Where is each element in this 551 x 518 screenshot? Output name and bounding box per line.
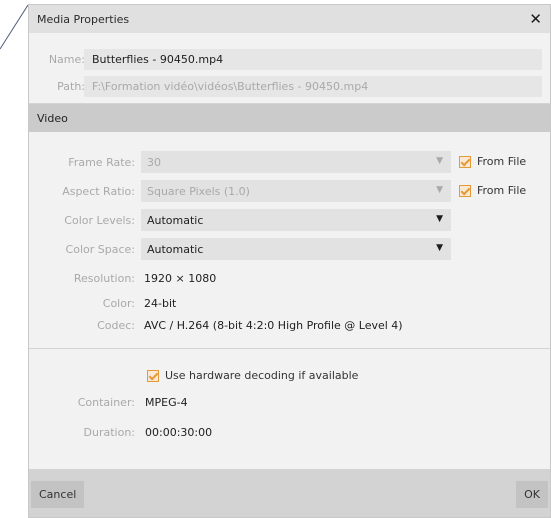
codec-row: Codec: AVC / H.264 (8-bit 4:2:0 High Pro…: [29, 314, 550, 336]
chevron-down-icon[interactable]: ▼: [436, 214, 443, 224]
hardware-decoding-option[interactable]: Use hardware decoding if available: [147, 369, 358, 382]
color-value: 24-bit: [144, 297, 177, 310]
ok-button[interactable]: OK: [516, 481, 548, 508]
frame-rate-select: 30 ▼: [141, 151, 451, 173]
duration-value: 00:00:30:00: [145, 426, 213, 439]
color-levels-value: Automatic: [147, 214, 204, 227]
container-value: MPEG-4: [145, 396, 188, 409]
close-icon[interactable]: ✕: [529, 10, 542, 28]
path-label: Path:: [57, 80, 85, 93]
color-levels-row: Color Levels: Automatic ▼: [29, 209, 550, 231]
name-field[interactable]: Butterflies - 90450.mp4: [84, 49, 542, 70]
path-field: F:\Formation vidéo\vidéos\Butterflies - …: [84, 76, 542, 97]
container-row: Container: MPEG-4: [29, 393, 550, 413]
dialog-title: Media Properties: [37, 13, 130, 26]
frame-rate-row: Frame Rate: 30 ▼ From File: [29, 151, 550, 173]
aspect-ratio-from-file-checkbox[interactable]: [459, 185, 471, 197]
aspect-ratio-label: Aspect Ratio:: [62, 185, 135, 198]
color-space-label: Color Space:: [65, 243, 135, 256]
color-space-row: Color Space: Automatic ▼: [29, 238, 550, 260]
aspect-ratio-row: Aspect Ratio: Square Pixels (1.0) ▼ From…: [29, 180, 550, 202]
aspect-ratio-from-file-label: From File: [477, 184, 527, 197]
chevron-down-icon: ▼: [436, 156, 443, 166]
frame-rate-from-file[interactable]: From File: [459, 155, 526, 168]
hardware-decoding-label: Use hardware decoding if available: [165, 369, 359, 382]
color-space-value: Automatic: [147, 243, 204, 256]
duration-label: Duration:: [83, 426, 135, 439]
name-row: Name: Butterflies - 90450.mp4: [29, 49, 550, 70]
resolution-value: 1920 × 1080: [144, 272, 217, 285]
frame-rate-value: 30: [147, 156, 161, 169]
title-bar[interactable]: Media Properties ✕: [29, 5, 550, 33]
codec-label: Codec:: [97, 319, 135, 332]
cancel-button[interactable]: Cancel: [31, 481, 85, 508]
name-label: Name:: [48, 53, 85, 66]
frame-rate-label: Frame Rate:: [68, 156, 135, 169]
resolution-row: Resolution: 1920 × 1080: [29, 267, 550, 289]
aspect-ratio-select: Square Pixels (1.0) ▼: [141, 180, 451, 202]
path-row: Path: F:\Formation vidéo\vidéos\Butterfl…: [29, 76, 550, 97]
aspect-ratio-value: Square Pixels (1.0): [147, 185, 250, 198]
codec-value: AVC / H.264 (8-bit 4:2:0 High Profile @ …: [144, 319, 403, 332]
color-levels-label: Color Levels:: [64, 214, 135, 227]
resolution-label: Resolution:: [73, 272, 135, 285]
dialog-footer: Cancel OK: [29, 469, 550, 517]
frame-rate-from-file-checkbox[interactable]: [459, 156, 471, 168]
aspect-ratio-from-file[interactable]: From File: [459, 184, 526, 197]
video-section-header: Video: [29, 104, 550, 132]
chevron-down-icon[interactable]: ▼: [436, 243, 443, 253]
duration-row: Duration: 00:00:30:00: [29, 423, 550, 443]
color-label: Color:: [102, 297, 135, 310]
video-section: Video Frame Rate: 30 ▼ From File Aspect …: [29, 103, 550, 349]
hardware-decoding-checkbox[interactable]: [147, 370, 159, 382]
frame-rate-from-file-label: From File: [477, 155, 527, 168]
video-section-title: Video: [37, 112, 68, 125]
window-outline-line: [0, 4, 29, 50]
color-space-select[interactable]: Automatic ▼: [141, 238, 451, 260]
color-levels-select[interactable]: Automatic ▼: [141, 209, 451, 231]
container-label: Container:: [77, 396, 135, 409]
color-row: Color: 24-bit: [29, 292, 550, 314]
media-properties-dialog: Media Properties ✕ Name: Butterflies - 9…: [28, 4, 551, 518]
chevron-down-icon: ▼: [436, 185, 443, 195]
